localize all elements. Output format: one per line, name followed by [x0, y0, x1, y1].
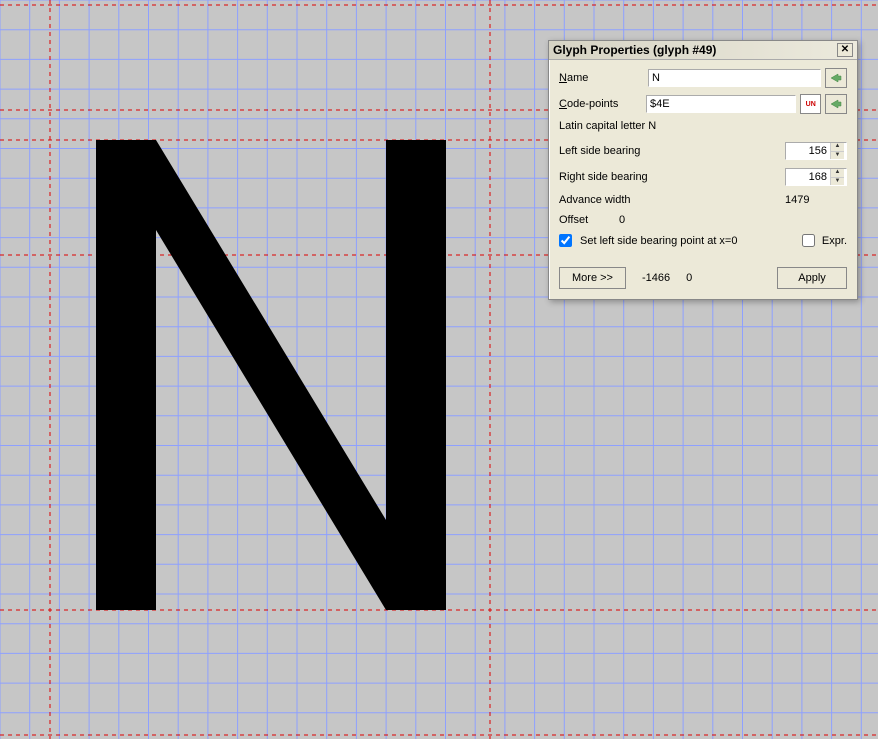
rsb-up[interactable]: ▲	[831, 169, 844, 178]
more-button[interactable]: More >>	[559, 267, 626, 289]
dialog-title: Glyph Properties (glyph #49)	[553, 43, 837, 57]
lsb-input[interactable]	[786, 143, 830, 159]
name-input[interactable]	[648, 69, 821, 87]
rsb-input[interactable]	[786, 169, 830, 185]
apply-button[interactable]: Apply	[777, 267, 847, 289]
dialog-titlebar[interactable]: Glyph Properties (glyph #49) ✕	[549, 41, 857, 60]
name-action-button[interactable]	[825, 68, 847, 88]
close-button[interactable]: ✕	[837, 43, 853, 57]
set-lsb-checkbox[interactable]	[559, 234, 572, 247]
adv-value: 1479	[785, 194, 847, 206]
glyph-description: Latin capital letter N	[559, 120, 847, 132]
unicode-icon: UN	[806, 101, 816, 108]
offset-value: 0	[619, 214, 625, 226]
glyph-outline[interactable]	[96, 140, 446, 610]
lsb-down[interactable]: ▼	[831, 152, 844, 160]
code-input[interactable]	[646, 95, 796, 113]
arrow-icon	[829, 97, 843, 111]
lsb-spinner[interactable]: ▲ ▼	[785, 142, 847, 160]
rsb-label: Right side bearing	[559, 171, 785, 183]
lsb-up[interactable]: ▲	[831, 143, 844, 152]
expr-label: Expr.	[822, 235, 847, 247]
code-label: Code-points	[559, 98, 642, 110]
lsb-label: Left side bearing	[559, 145, 785, 157]
rsb-down[interactable]: ▼	[831, 178, 844, 186]
arrow-icon	[829, 71, 843, 85]
glyph-properties-dialog: Glyph Properties (glyph #49) ✕ Name Code…	[548, 40, 858, 300]
set-lsb-label: Set left side bearing point at x=0	[580, 235, 737, 247]
name-label: Name	[559, 72, 644, 84]
status-num2: 0	[686, 272, 692, 284]
code-action-button[interactable]	[825, 94, 847, 114]
rsb-spinner[interactable]: ▲ ▼	[785, 168, 847, 186]
status-num1: -1466	[642, 272, 670, 284]
offset-label: Offset	[559, 214, 619, 226]
expr-checkbox[interactable]	[802, 234, 815, 247]
adv-label: Advance width	[559, 194, 785, 206]
unicode-button[interactable]: UN	[800, 94, 822, 114]
